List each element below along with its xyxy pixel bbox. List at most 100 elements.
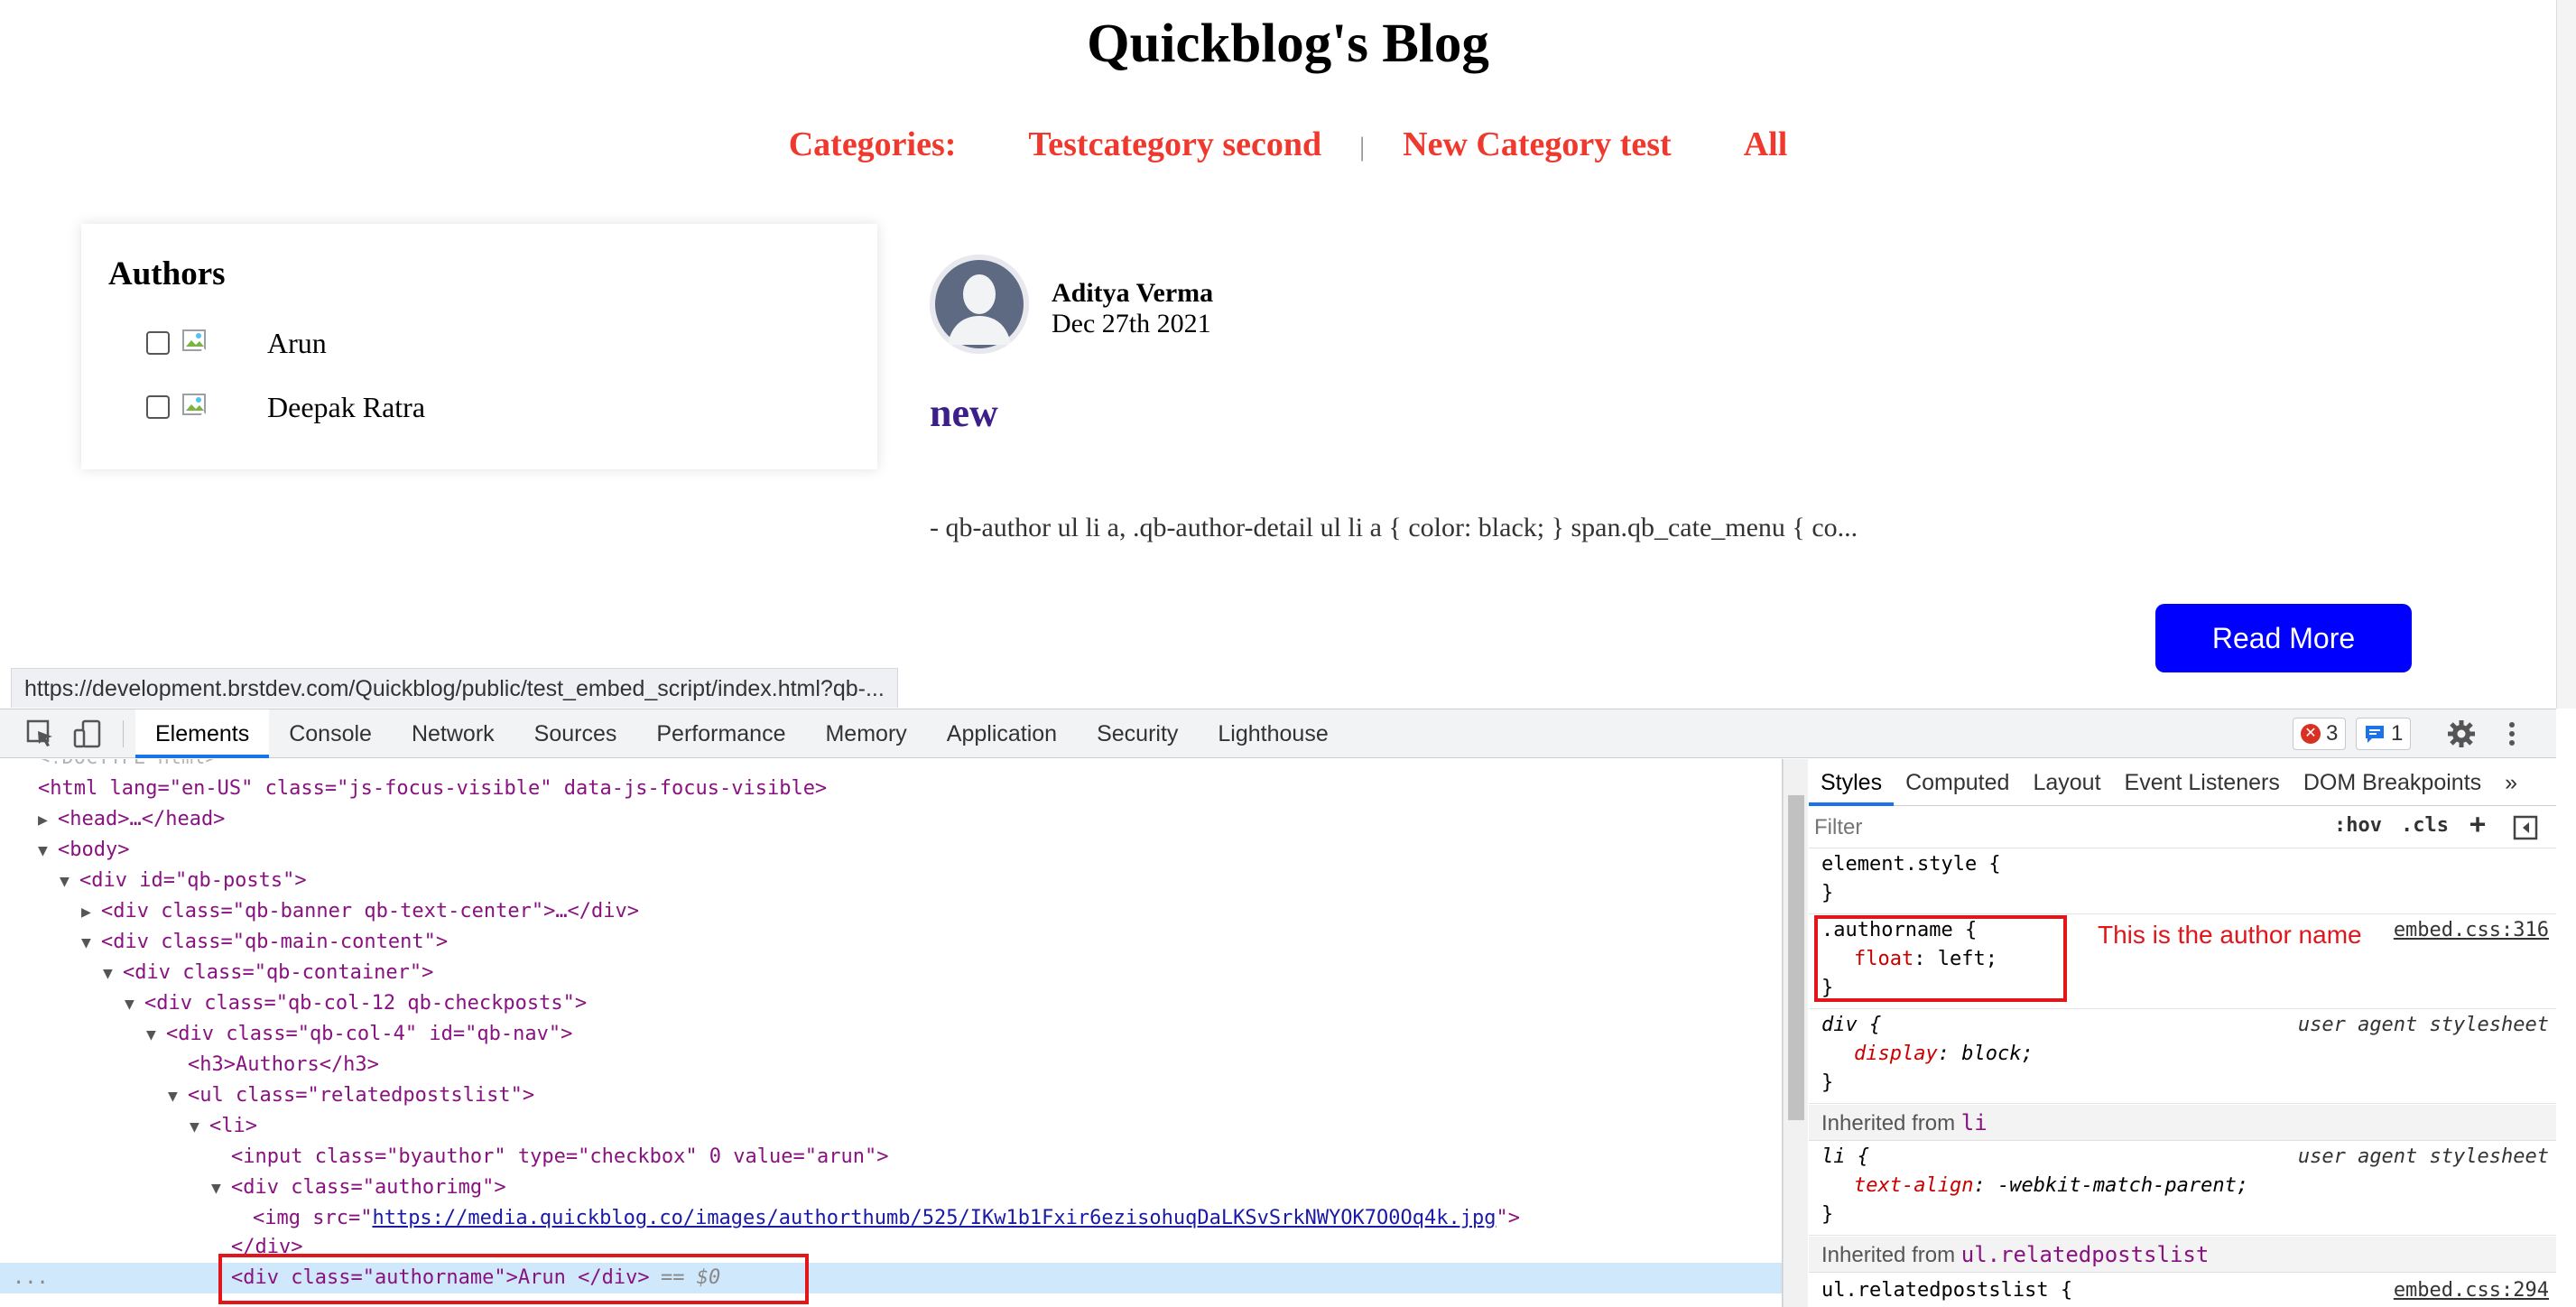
dom-input[interactable]: <input class="byauthor" type="checkbox" … [231,1142,888,1173]
tab-application[interactable]: Application [927,709,1077,758]
div-selector: div { [1821,1014,1882,1036]
expand-triangle-icon[interactable]: ▶ [81,897,101,928]
dom-img[interactable]: <img src="https://media.quickblog.co/ima… [253,1203,1520,1234]
collapse-triangle-icon[interactable]: ▼ [146,1020,166,1051]
devtools-tab-bar: Elements Console Network Sources Perform… [135,709,1348,758]
annotation-text: This is the author name [2098,921,2362,949]
blog-page: Quickblog's Blog Categories: Testcategory… [0,0,2576,709]
dom-h3[interactable]: <h3>Authors</h3> [188,1050,379,1080]
tab-lighthouse[interactable]: Lighthouse [1198,709,1348,758]
img-src-link[interactable]: https://media.quickblog.co/images/author… [372,1207,1496,1229]
error-count: 3 [2326,721,2339,746]
author-checkbox-arun[interactable] [146,331,170,355]
li-declaration: text-align: -webkit-match-parent; [1854,1174,2249,1197]
collapse-triangle-icon[interactable]: ▼ [38,836,58,867]
li-selector: li { [1821,1145,1869,1168]
dom-html[interactable]: <html lang="en-US" class="js-focus-visib… [38,774,827,804]
gutter-dots-icon[interactable]: ... [13,1266,49,1289]
hover-state-toggle[interactable]: :hov [2334,814,2382,837]
styles-filter-bar: :hov .cls + [1809,807,2556,848]
class-toggle[interactable]: .cls [2401,814,2449,837]
toolbar-divider [123,720,124,747]
rule4-source-link[interactable]: embed.css:294 [2394,1279,2549,1302]
post-author[interactable]: Aditya Verma [1052,278,1213,309]
collapse-triangle-icon[interactable]: ▼ [103,959,123,989]
element-style-selector[interactable]: element.style { [1821,853,2001,876]
tab-event-listeners[interactable]: Event Listeners [2113,759,2292,806]
toggle-sidebar-icon[interactable] [2513,815,2538,840]
collapse-triangle-icon[interactable]: ▼ [125,989,144,1020]
scrollbar-thumb[interactable] [1788,795,1804,1120]
elements-scrollbar[interactable] [1783,759,1808,1307]
tab-network[interactable]: Network [392,709,514,758]
collapse-triangle-icon[interactable]: ▼ [190,1112,209,1143]
dom-li[interactable]: ▼ <li> [190,1111,257,1142]
categories-label: Categories: [788,125,957,163]
rule1-source-link[interactable]: embed.css:316 [2394,919,2549,941]
broken-image-icon [182,394,211,422]
dom-main-content[interactable]: ▼ <div class="qb-main-content"> [81,927,448,958]
tab-security[interactable]: Security [1077,709,1198,758]
collapse-triangle-icon[interactable]: ▼ [81,928,101,959]
collapse-triangle-icon[interactable]: ▼ [168,1081,188,1112]
dom-banner[interactable]: ▶ <div class="qb-banner qb-text-center">…… [81,896,639,927]
page-scrollbar[interactable] [2556,0,2576,709]
inspect-element-icon[interactable] [25,718,56,749]
category-link-new-category-test[interactable]: New Category test [1403,125,1672,164]
authors-panel: Authors Arun Deepak Ratra [81,224,877,469]
collapse-triangle-icon[interactable]: ▼ [211,1173,231,1204]
inherited-li-link[interactable]: li [1961,1110,1988,1136]
avatar-silhouette-icon [930,255,1029,354]
more-options-icon[interactable] [2497,718,2527,749]
tab-sources[interactable]: Sources [514,709,637,758]
dom-col-12[interactable]: ▼ <div class="qb-col-12 qb-checkposts"> [125,988,587,1019]
author-name: Arun [267,326,327,359]
dom-authorimg[interactable]: ▼ <div class="authorimg"> [211,1173,506,1203]
tab-memory[interactable]: Memory [805,709,926,758]
inherited-ul-link[interactable]: ul.relatedpostslist [1961,1242,2210,1267]
post-date: Dec 27th 2021 [1052,309,1211,338]
more-tabs-icon[interactable]: » [2493,759,2529,806]
dom-qb-posts[interactable]: ▼ <div id="qb-posts"> [60,866,307,896]
device-toggle-icon[interactable] [72,718,103,749]
dom-container[interactable]: ▼ <div class="qb-container"> [103,958,433,988]
tab-elements[interactable]: Elements [135,709,270,758]
settings-gear-icon[interactable] [2446,718,2477,749]
tab-dom-breakpoints[interactable]: DOM Breakpoints [2292,759,2493,806]
dom-body[interactable]: ▼ <body> [38,835,129,866]
annotation-box-dom [218,1254,809,1304]
styles-filter-input[interactable] [1814,812,2320,843]
dom-doctype[interactable]: <!DOCTYPE html> [38,759,218,774]
error-count-badge[interactable]: ✕ 3 [2293,718,2347,750]
ul-selector[interactable]: ul.relatedpostslist { [1821,1279,2072,1302]
collapse-triangle-icon[interactable]: ▼ [60,867,79,897]
tab-performance[interactable]: Performance [636,709,805,758]
post-title[interactable]: new [930,390,998,436]
tab-layout[interactable]: Layout [2021,759,2112,806]
dom-ul[interactable]: ▼ <ul class="relatedpostslist"> [168,1080,534,1111]
annotation-box-styles [1814,915,2067,1002]
expand-triangle-icon[interactable]: ▶ [38,805,58,836]
dom-head[interactable]: ▶ <head>…</head> [38,804,225,835]
status-url-tooltip: https://development.brstdev.com/Quickblo… [11,668,898,708]
read-more-button[interactable]: Read More [2155,604,2412,672]
message-count: 1 [2391,721,2404,746]
dom-col-4[interactable]: ▼ <div class="qb-col-4" id="qb-nav"> [146,1019,572,1050]
devtools-toolbar: Elements Console Network Sources Perform… [0,709,2556,758]
author-name: Deepak Ratra [267,390,426,423]
devtools-panel: Elements Console Network Sources Perform… [0,709,2556,1307]
rule-ul: ul.relatedpostslist { embed.css:294 [1809,1274,2556,1307]
tab-console[interactable]: Console [269,709,392,758]
category-link-all[interactable]: All [1744,125,1788,164]
author-checkbox-deepak-ratra[interactable] [146,395,170,419]
new-rule-icon[interactable]: + [2469,809,2486,840]
category-bar: Categories: Testcategory second | New Categ… [0,125,2576,164]
post-excerpt: - qb-author ul li a, .qb-author-detail u… [930,513,1858,542]
inherited-from-ul: Inherited from ul.relatedpostslist [1809,1237,2556,1273]
category-link-testcategory-second[interactable]: Testcategory second [1028,125,1321,164]
message-count-badge[interactable]: 1 [2356,718,2412,750]
tab-styles[interactable]: Styles [1809,759,1895,806]
tab-computed[interactable]: Computed [1894,759,2021,806]
rule-authorname: .authorname { float: left; } embed.css:3… [1809,915,2556,1009]
author-item-deepak-ratra: Deepak Ratra [146,389,425,425]
